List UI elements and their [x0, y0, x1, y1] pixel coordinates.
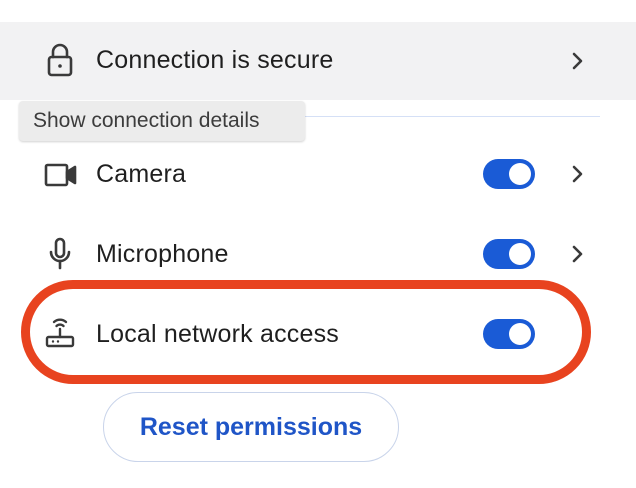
tooltip-text: Show connection details: [33, 109, 260, 132]
tooltip: Show connection details: [19, 101, 305, 141]
chevron-right-icon[interactable]: [566, 49, 588, 73]
reset-permissions-label: Reset permissions: [139, 412, 363, 441]
camera-icon: [44, 161, 78, 189]
camera-toggle[interactable]: [483, 159, 535, 189]
local-network-toggle[interactable]: [483, 319, 535, 349]
toggle-knob: [509, 163, 531, 185]
permission-label-camera: Camera: [96, 160, 187, 188]
lock-icon: [44, 42, 76, 78]
microphone-icon: [46, 236, 74, 272]
toggle-knob: [509, 243, 531, 265]
connection-row[interactable]: Connection is secure: [0, 22, 636, 100]
permission-label-microphone: Microphone: [96, 240, 229, 268]
router-icon: [44, 314, 76, 350]
chevron-right-icon[interactable]: [566, 162, 588, 186]
permission-label-local-network: Local network access: [96, 320, 340, 348]
chevron-right-icon[interactable]: [566, 242, 588, 266]
site-info-panel: Connection is secure Show connection det…: [0, 0, 636, 488]
section-divider: [300, 116, 600, 117]
toggle-knob: [509, 323, 531, 345]
reset-permissions-button[interactable]: Reset permissions: [103, 392, 399, 462]
connection-status-label: Connection is secure: [96, 46, 334, 74]
microphone-toggle[interactable]: [483, 239, 535, 269]
